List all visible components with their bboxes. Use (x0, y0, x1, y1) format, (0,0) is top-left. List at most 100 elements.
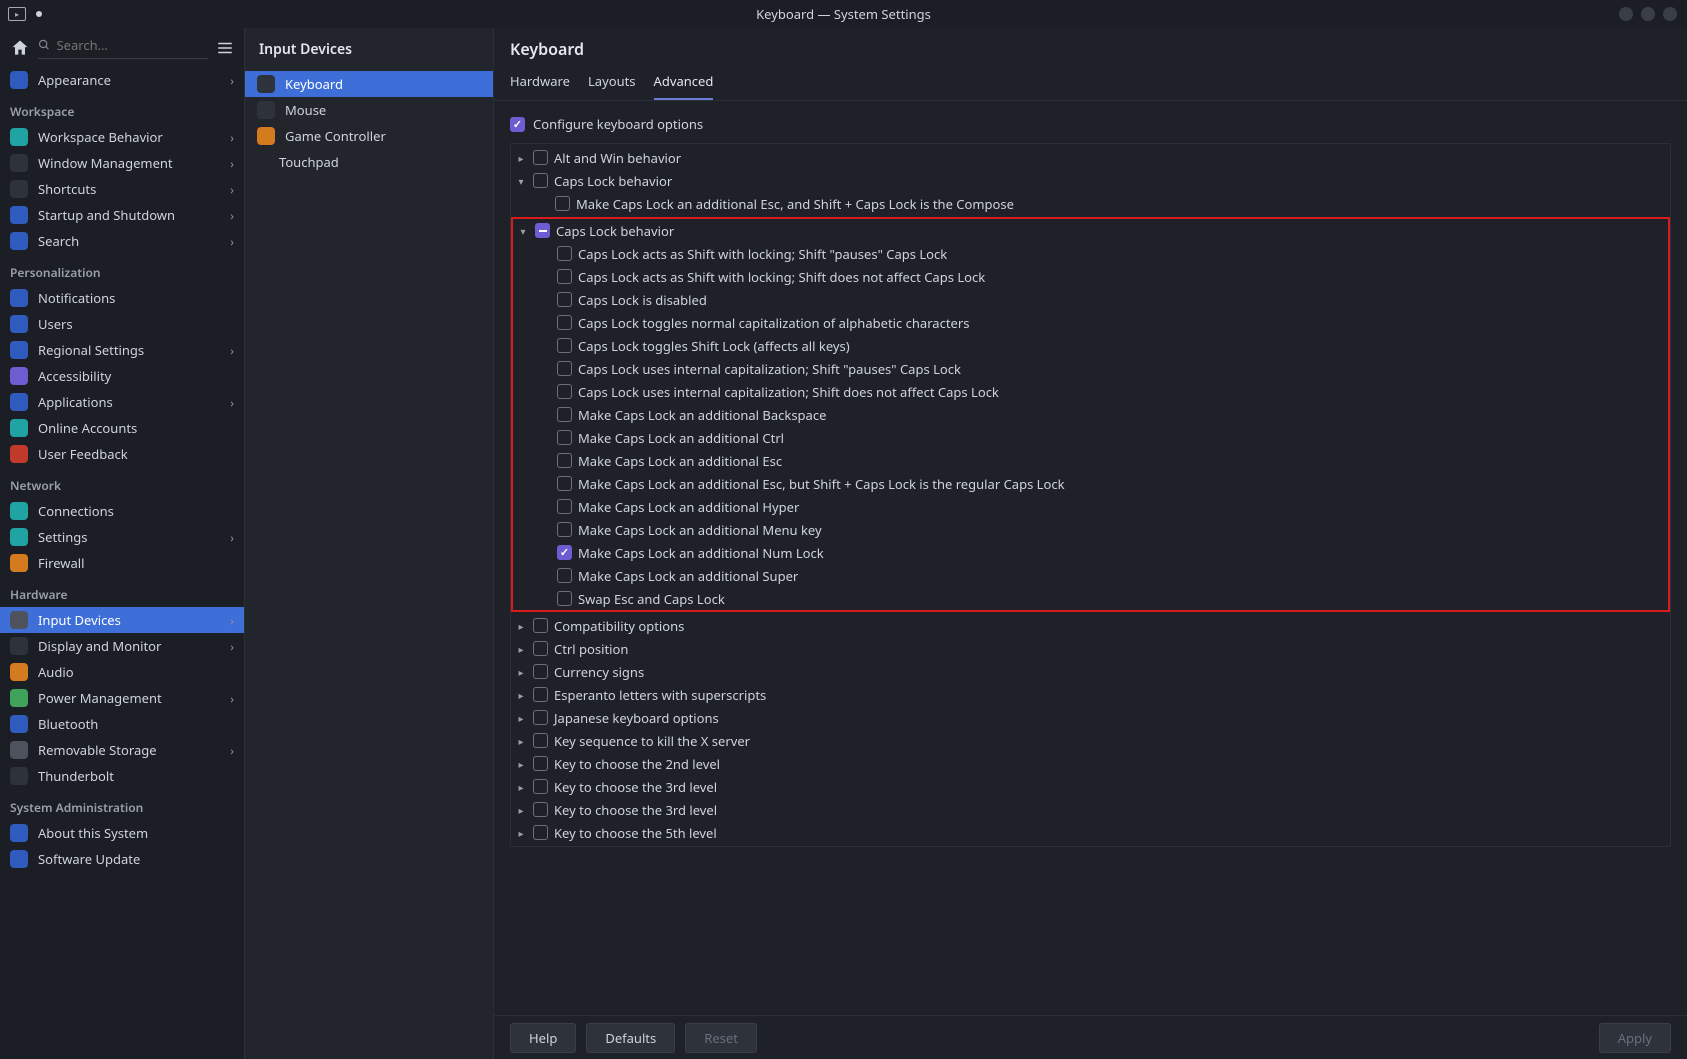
chevron-right-icon[interactable]: ▸ (515, 619, 527, 633)
sidebar-item-accessibility[interactable]: Accessibility (0, 363, 244, 389)
tree-row[interactable]: ▸Key sequence to kill the X server (511, 729, 1670, 752)
sidebar-item-audio[interactable]: Audio (0, 659, 244, 685)
tree-row[interactable]: ▸Currency signs (511, 660, 1670, 683)
chevron-right-icon[interactable]: ▸ (515, 665, 527, 679)
option-checkbox[interactable] (533, 779, 548, 794)
option-checkbox[interactable] (533, 173, 548, 188)
sidebar-item-startup-and-shutdown[interactable]: Startup and Shutdown› (0, 202, 244, 228)
option-checkbox[interactable] (533, 756, 548, 771)
option-checkbox[interactable] (557, 499, 572, 514)
tab-advanced[interactable]: Advanced (654, 72, 714, 100)
sidebar-item-search[interactable]: Search› (0, 228, 244, 254)
option-checkbox[interactable] (533, 802, 548, 817)
sidebar-item-bluetooth[interactable]: Bluetooth (0, 711, 244, 737)
chevron-down-icon[interactable]: ▾ (515, 174, 527, 188)
chevron-right-icon[interactable]: ▸ (515, 780, 527, 794)
tree-row[interactable]: ▸Key to choose the 2nd level (511, 752, 1670, 775)
chevron-right-icon[interactable]: ▸ (515, 642, 527, 656)
option-checkbox[interactable] (557, 453, 572, 468)
tree-row[interactable]: ▸Make Caps Lock an additional Hyper (513, 495, 1668, 518)
sidebar-item-thunderbolt[interactable]: Thunderbolt (0, 763, 244, 789)
sidebar-item-power-management[interactable]: Power Management› (0, 685, 244, 711)
sidebar-item-removable-storage[interactable]: Removable Storage› (0, 737, 244, 763)
option-checkbox[interactable] (533, 710, 548, 725)
option-checkbox[interactable] (557, 292, 572, 307)
sidebar-item-window-management[interactable]: Window Management› (0, 150, 244, 176)
tree-row[interactable]: ▸Make Caps Lock an additional Esc, and S… (511, 192, 1670, 215)
home-icon[interactable] (10, 38, 30, 58)
option-checkbox[interactable] (557, 269, 572, 284)
tree-row[interactable]: ▸Make Caps Lock an additional Ctrl (513, 426, 1668, 449)
minimize-button[interactable] (1619, 7, 1633, 21)
option-checkbox[interactable] (557, 246, 572, 261)
sidebar-item-shortcuts[interactable]: Shortcuts› (0, 176, 244, 202)
tree-row[interactable]: ▸Compatibility options (511, 614, 1670, 637)
sidebar-item-software-update[interactable]: Software Update (0, 846, 244, 872)
app-menu-icon[interactable] (8, 7, 26, 21)
sidebar-item-settings[interactable]: Settings› (0, 524, 244, 550)
tree-row[interactable]: ▾Caps Lock behavior (513, 219, 1668, 242)
option-checkbox[interactable] (557, 430, 572, 445)
tree-row[interactable]: ▸Caps Lock toggles Shift Lock (affects a… (513, 334, 1668, 357)
chevron-right-icon[interactable]: ▸ (515, 151, 527, 165)
search-input[interactable] (56, 36, 208, 54)
apply-button[interactable]: Apply (1599, 1023, 1671, 1053)
option-checkbox[interactable] (557, 338, 572, 353)
tree-row[interactable]: ▸Caps Lock uses internal capitalization;… (513, 380, 1668, 403)
tree-row[interactable]: ▸Make Caps Lock an additional Esc, but S… (513, 472, 1668, 495)
option-checkbox[interactable] (557, 568, 572, 583)
chevron-right-icon[interactable]: ▸ (515, 803, 527, 817)
sidebar-item-input-devices[interactable]: Input Devices› (0, 607, 244, 633)
sidebar-item-firewall[interactable]: Firewall (0, 550, 244, 576)
sidebar-item-display-and-monitor[interactable]: Display and Monitor› (0, 633, 244, 659)
chevron-right-icon[interactable]: ▸ (515, 688, 527, 702)
tree-row[interactable]: ▸Alt and Win behavior (511, 146, 1670, 169)
sidebar-item-applications[interactable]: Applications› (0, 389, 244, 415)
subcategory-item-game-controller[interactable]: Game Controller (245, 123, 493, 149)
sidebar-item-appearance[interactable]: Appearance› (0, 67, 244, 93)
option-checkbox[interactable] (557, 315, 572, 330)
tree-row[interactable]: ▸Make Caps Lock an additional Backspace (513, 403, 1668, 426)
option-checkbox[interactable] (533, 150, 548, 165)
tab-hardware[interactable]: Hardware (510, 72, 570, 100)
search-field[interactable] (38, 36, 208, 59)
tree-row[interactable]: ▸Caps Lock acts as Shift with locking; S… (513, 242, 1668, 265)
sidebar-item-users[interactable]: Users (0, 311, 244, 337)
tree-row[interactable]: ▸Swap Esc and Caps Lock (513, 587, 1668, 610)
chevron-right-icon[interactable]: ▸ (515, 734, 527, 748)
tree-row[interactable]: ▸Make Caps Lock an additional Menu key (513, 518, 1668, 541)
option-checkbox[interactable] (533, 733, 548, 748)
tree-row[interactable]: ▸Caps Lock toggles normal capitalization… (513, 311, 1668, 334)
option-checkbox[interactable] (557, 361, 572, 376)
subcategory-item-keyboard[interactable]: Keyboard (245, 71, 493, 97)
option-checkbox[interactable] (557, 545, 572, 560)
tree-row[interactable]: ▸Make Caps Lock an additional Num Lock (513, 541, 1668, 564)
sidebar-item-user-feedback[interactable]: User Feedback (0, 441, 244, 467)
option-checkbox[interactable] (535, 223, 550, 238)
configure-keyboard-options-checkbox[interactable] (510, 117, 525, 132)
sidebar-item-notifications[interactable]: Notifications (0, 285, 244, 311)
option-checkbox[interactable] (557, 591, 572, 606)
sidebar-item-regional-settings[interactable]: Regional Settings› (0, 337, 244, 363)
sidebar-item-connections[interactable]: Connections (0, 498, 244, 524)
option-checkbox[interactable] (533, 618, 548, 633)
sidebar-item-about-this-system[interactable]: About this System (0, 820, 244, 846)
hamburger-icon[interactable] (216, 39, 234, 57)
maximize-button[interactable] (1641, 7, 1655, 21)
tree-row[interactable]: ▾Caps Lock behavior (511, 169, 1670, 192)
chevron-right-icon[interactable]: ▸ (515, 826, 527, 840)
tree-row[interactable]: ▸Make Caps Lock an additional Super (513, 564, 1668, 587)
subcategory-item-touchpad[interactable]: Touchpad (245, 149, 493, 175)
option-checkbox[interactable] (557, 407, 572, 422)
defaults-button[interactable]: Defaults (586, 1023, 675, 1053)
help-button[interactable]: Help (510, 1023, 576, 1053)
reset-button[interactable]: Reset (685, 1023, 757, 1053)
option-checkbox[interactable] (533, 664, 548, 679)
tree-row[interactable]: ▸Caps Lock uses internal capitalization;… (513, 357, 1668, 380)
option-checkbox[interactable] (555, 196, 570, 211)
chevron-right-icon[interactable]: ▸ (515, 757, 527, 771)
chevron-right-icon[interactable]: ▸ (515, 711, 527, 725)
tree-row[interactable]: ▸Japanese keyboard options (511, 706, 1670, 729)
tree-row[interactable]: ▸Key to choose the 3rd level (511, 798, 1670, 821)
tree-row[interactable]: ▸Key to choose the 5th level (511, 821, 1670, 844)
